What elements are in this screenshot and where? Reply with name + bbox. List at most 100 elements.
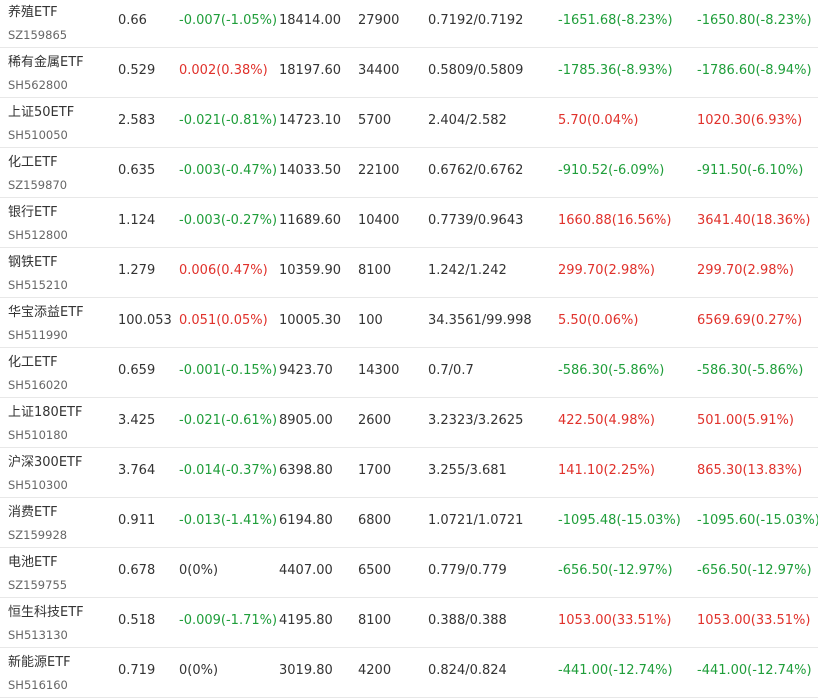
table-row[interactable]: 养殖ETF SZ159865 0.66 -0.007(-1.05%) 18414.00 2… bbox=[0, 0, 818, 48]
floating-pl: 5.70(0.04%) bbox=[558, 113, 639, 128]
cumulative-pl: -1095.60(-15.03%) bbox=[697, 513, 818, 528]
cost-price: 2.404/2.582 bbox=[428, 113, 507, 128]
holding-quantity: 6800 bbox=[358, 513, 392, 528]
fund-name[interactable]: 消费ETF bbox=[8, 505, 58, 521]
holding-quantity: 10400 bbox=[358, 213, 400, 228]
table-row[interactable]: 钢铁ETF SH515210 1.279 0.006(0.47%) 10359.90 81… bbox=[0, 248, 818, 298]
fund-code: SH512800 bbox=[8, 228, 68, 242]
cumulative-pl: -1786.60(-8.94%) bbox=[697, 63, 812, 78]
fund-name[interactable]: 华宝添益ETF bbox=[8, 305, 84, 321]
cost-price: 1.242/1.242 bbox=[428, 263, 507, 278]
table-row[interactable]: 消费ETF SZ159928 0.911 -0.013(-1.41%) 6194.80 6… bbox=[0, 498, 818, 548]
floating-pl: -1095.48(-15.03%) bbox=[558, 513, 681, 528]
floating-pl: 299.70(2.98%) bbox=[558, 263, 655, 278]
floating-pl: -1651.68(-8.23%) bbox=[558, 13, 673, 28]
market-value: 3019.80 bbox=[279, 663, 333, 678]
price-change: 0.002(0.38%) bbox=[179, 63, 268, 78]
fund-name[interactable]: 新能源ETF bbox=[8, 655, 71, 671]
current-price: 100.053 bbox=[118, 313, 172, 328]
holding-quantity: 5700 bbox=[358, 113, 392, 128]
current-price: 3.425 bbox=[118, 413, 156, 428]
fund-name[interactable]: 沪深300ETF bbox=[8, 455, 82, 471]
price-change: -0.021(-0.61%) bbox=[179, 413, 278, 428]
price-change: -0.013(-1.41%) bbox=[179, 513, 278, 528]
fund-name[interactable]: 养殖ETF bbox=[8, 5, 58, 21]
current-price: 0.529 bbox=[118, 63, 156, 78]
holding-quantity: 8100 bbox=[358, 263, 392, 278]
market-value: 8905.00 bbox=[279, 413, 333, 428]
fund-name[interactable]: 恒生科技ETF bbox=[8, 605, 84, 621]
price-change: -0.003(-0.47%) bbox=[179, 163, 278, 178]
market-value: 4195.80 bbox=[279, 613, 333, 628]
market-value: 10005.30 bbox=[279, 313, 342, 328]
fund-name[interactable]: 钢铁ETF bbox=[8, 255, 58, 271]
cumulative-pl: -586.30(-5.86%) bbox=[697, 363, 804, 378]
table-row[interactable]: 恒生科技ETF SH513130 0.518 -0.009(-1.71%) 4195.8… bbox=[0, 598, 818, 648]
floating-pl: -586.30(-5.86%) bbox=[558, 363, 665, 378]
floating-pl: 5.50(0.06%) bbox=[558, 313, 639, 328]
fund-name[interactable]: 银行ETF bbox=[8, 205, 58, 221]
market-value: 4407.00 bbox=[279, 563, 333, 578]
floating-pl: 141.10(2.25%) bbox=[558, 463, 655, 478]
current-price: 0.635 bbox=[118, 163, 156, 178]
fund-code: SH510180 bbox=[8, 428, 68, 442]
price-change: -0.001(-0.15%) bbox=[179, 363, 278, 378]
current-price: 0.911 bbox=[118, 513, 156, 528]
table-row[interactable]: 上证50ETF SH510050 2.583 -0.021(-0.81%) 14723.… bbox=[0, 98, 818, 148]
fund-name[interactable]: 化工ETF bbox=[8, 355, 58, 371]
floating-pl: -441.00(-12.74%) bbox=[558, 663, 673, 678]
market-value: 11689.60 bbox=[279, 213, 342, 228]
price-change: -0.007(-1.05%) bbox=[179, 13, 278, 28]
table-row[interactable]: 稀有金属ETF SH562800 0.529 0.002(0.38%) 18197.60… bbox=[0, 48, 818, 98]
cumulative-pl: 6569.69(0.27%) bbox=[697, 313, 803, 328]
market-value: 18197.60 bbox=[279, 63, 342, 78]
floating-pl: 1660.88(16.56%) bbox=[558, 213, 672, 228]
price-change: -0.021(-0.81%) bbox=[179, 113, 278, 128]
fund-code: SH562800 bbox=[8, 78, 68, 92]
table-row[interactable]: 沪深300ETF SH510300 3.764 -0.014(-0.37%) 6398.… bbox=[0, 448, 818, 498]
market-value: 18414.00 bbox=[279, 13, 342, 28]
market-value: 10359.90 bbox=[279, 263, 342, 278]
market-value: 14723.10 bbox=[279, 113, 342, 128]
cumulative-pl: -1650.80(-8.23%) bbox=[697, 13, 812, 28]
holding-quantity: 8100 bbox=[358, 613, 392, 628]
table-row[interactable]: 新能源ETF SH516160 0.719 0(0%) 3019.80 4200 0.824… bbox=[0, 648, 818, 698]
table-row[interactable]: 银行ETF SH512800 1.124 -0.003(-0.27%) 11689.60… bbox=[0, 198, 818, 248]
fund-code: SH515210 bbox=[8, 278, 68, 292]
floating-pl: -1785.36(-8.93%) bbox=[558, 63, 673, 78]
fund-name[interactable]: 上证50ETF bbox=[8, 105, 74, 121]
holding-quantity: 100 bbox=[358, 313, 383, 328]
cost-price: 0.388/0.388 bbox=[428, 613, 507, 628]
holding-quantity: 14300 bbox=[358, 363, 400, 378]
fund-name[interactable]: 化工ETF bbox=[8, 155, 58, 171]
price-change: -0.014(-0.37%) bbox=[179, 463, 278, 478]
current-price: 1.279 bbox=[118, 263, 156, 278]
market-value: 9423.70 bbox=[279, 363, 333, 378]
fund-name[interactable]: 电池ETF bbox=[8, 555, 58, 571]
table-row[interactable]: 华宝添益ETF SH511990 100.053 0.051(0.05%) 10005.… bbox=[0, 298, 818, 348]
price-change: 0.006(0.47%) bbox=[179, 263, 268, 278]
holding-quantity: 27900 bbox=[358, 13, 400, 28]
price-change: 0(0%) bbox=[179, 663, 219, 678]
fund-name[interactable]: 上证180ETF bbox=[8, 405, 82, 421]
current-price: 0.66 bbox=[118, 13, 147, 28]
current-price: 0.659 bbox=[118, 363, 156, 378]
table-row[interactable]: 化工ETF SZ159870 0.635 -0.003(-0.47%) 14033.50… bbox=[0, 148, 818, 198]
market-value: 6398.80 bbox=[279, 463, 333, 478]
table-row[interactable]: 化工ETF SH516020 0.659 -0.001(-0.15%) 9423.70 1… bbox=[0, 348, 818, 398]
fund-code: SH510300 bbox=[8, 478, 68, 492]
fund-code: SH511990 bbox=[8, 328, 68, 342]
cost-price: 0.7/0.7 bbox=[428, 363, 474, 378]
table-row[interactable]: 上证180ETF SH510180 3.425 -0.021(-0.61%) 8905.… bbox=[0, 398, 818, 448]
cumulative-pl: 299.70(2.98%) bbox=[697, 263, 794, 278]
fund-name[interactable]: 稀有金属ETF bbox=[8, 55, 84, 71]
table-row[interactable]: 电池ETF SZ159755 0.678 0(0%) 4407.00 6500 0.779/… bbox=[0, 548, 818, 598]
cost-price: 0.7739/0.9643 bbox=[428, 213, 524, 228]
fund-code: SZ159870 bbox=[8, 178, 68, 192]
floating-pl: -910.52(-6.09%) bbox=[558, 163, 665, 178]
floating-pl: -656.50(-12.97%) bbox=[558, 563, 673, 578]
holding-quantity: 2600 bbox=[358, 413, 392, 428]
current-price: 1.124 bbox=[118, 213, 156, 228]
cost-price: 0.824/0.824 bbox=[428, 663, 507, 678]
current-price: 0.678 bbox=[118, 563, 156, 578]
